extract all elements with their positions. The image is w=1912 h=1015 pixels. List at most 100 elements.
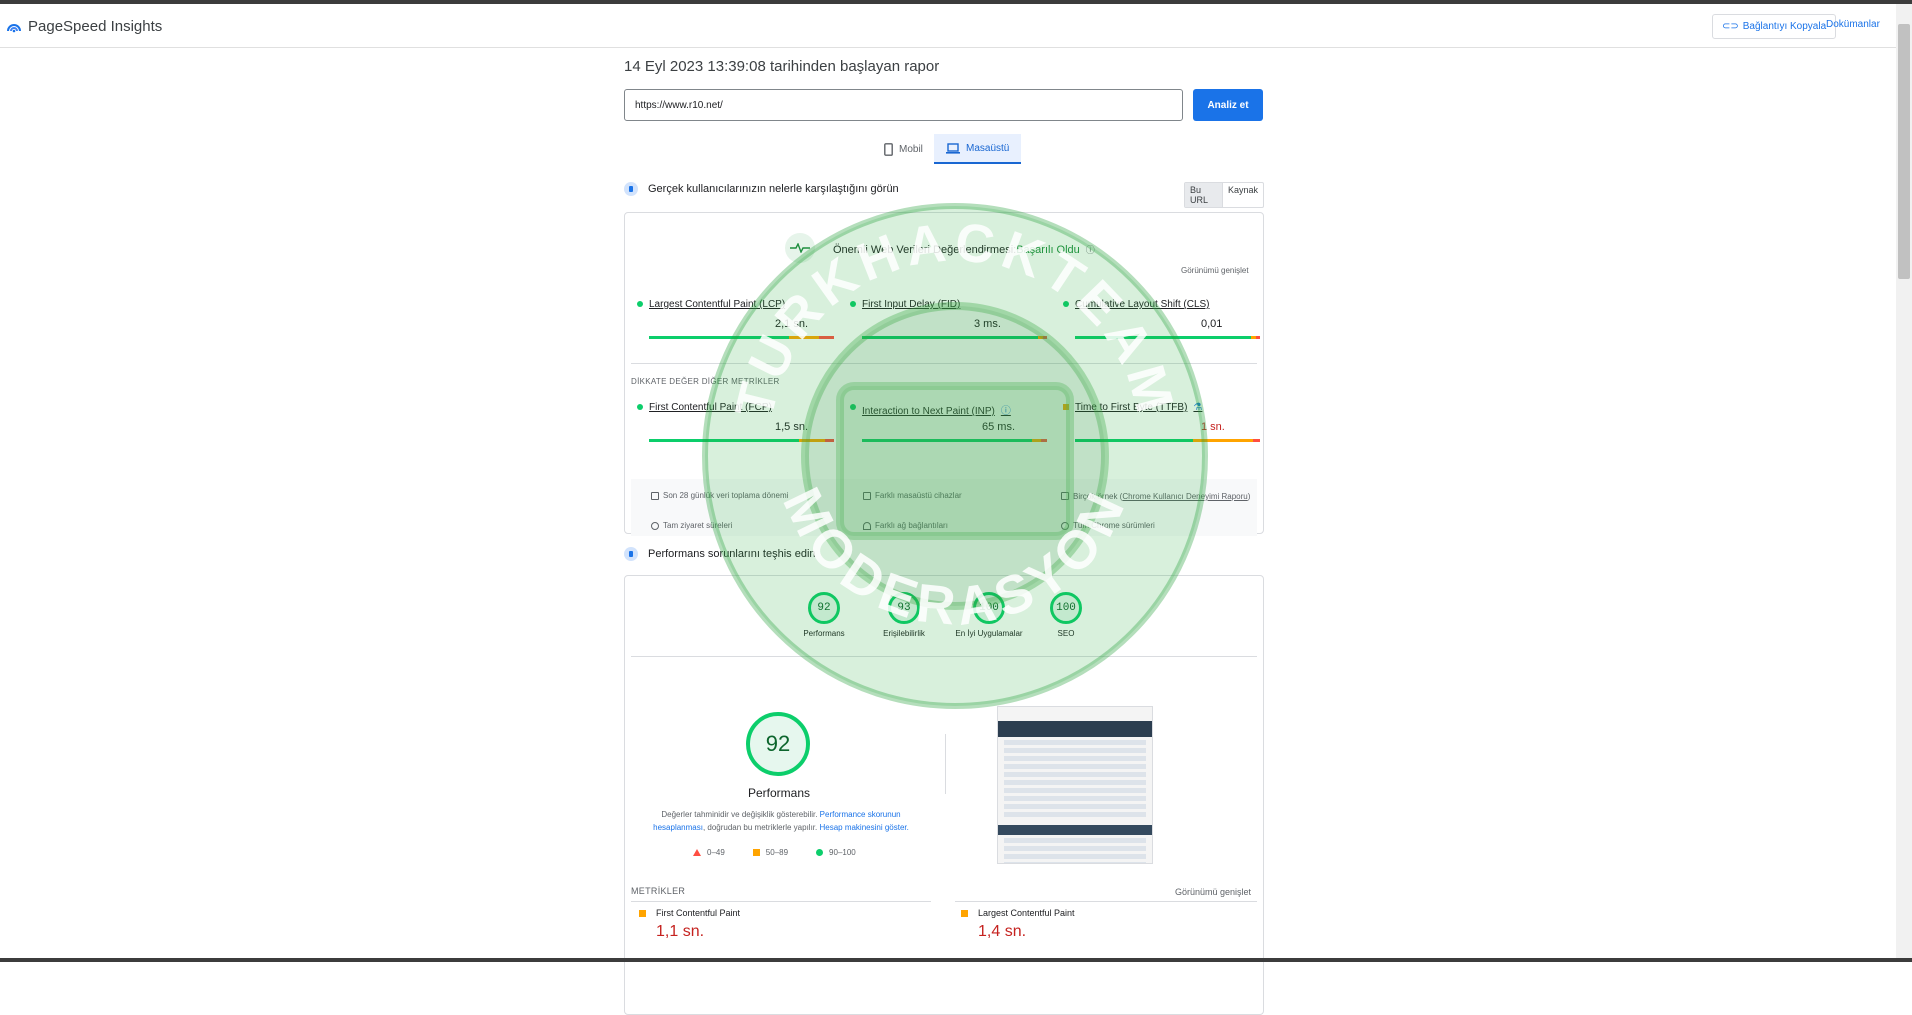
metric-ttfb-label: Time to First Byte (TTFB) <box>1075 402 1188 413</box>
legend-fail-label: 0–49 <box>707 848 725 857</box>
score-note-prefix: Değerler tahminidir ve değişiklik göster… <box>661 810 820 819</box>
metric-fid-value: 3 ms. <box>974 318 1001 330</box>
section-divider <box>631 363 1257 364</box>
experimental-icon[interactable]: ⓘ <box>1001 406 1011 417</box>
users-icon <box>624 182 638 196</box>
metric-fid-label: First Input Delay (FID) <box>862 299 961 310</box>
page-screenshot <box>997 706 1153 864</box>
cwv-label: Önemli Web Verileri Değerlendirmesi: <box>833 243 1017 256</box>
legend-average: 50–89 <box>752 848 789 857</box>
pass-circle-icon <box>816 849 824 856</box>
metric-fcp-value: 1,5 sn. <box>775 421 809 433</box>
score-legend: 0–49 50–89 90–100 <box>693 848 856 857</box>
pass-dot <box>637 404 643 410</box>
lab-data-card: 92 Performans 93 Erişilebilirlik 100 En … <box>624 575 1264 1015</box>
copy-link-button[interactable]: ⊂⊃ Bağlantıyı Kopyala <box>1712 14 1837 39</box>
lab-data-heading: Performans sorunlarını teşhis edin <box>624 547 816 561</box>
info-visits: Tam ziyaret süreleri <box>651 521 732 530</box>
info-period: Son 28 günlük veri toplama dönemi <box>651 491 788 500</box>
legend-pass: 90–100 <box>816 848 856 857</box>
legend-fail: 0–49 <box>693 848 725 857</box>
score-accessibility[interactable]: 93 Erişilebilirlik <box>869 592 939 638</box>
score-seo-value: 100 <box>1050 592 1082 624</box>
performance-gauge: 92 <box>746 712 810 776</box>
pass-dot <box>850 404 856 410</box>
metrics-heading: METRİKLER <box>631 886 686 896</box>
average-square-icon <box>961 909 968 917</box>
users-group-icon <box>1061 492 1069 500</box>
tab-mobile[interactable]: Mobil <box>872 134 935 164</box>
wifi-icon <box>863 522 871 530</box>
score-performance-label: Performans <box>803 629 845 638</box>
url-origin-toggle: Bu URL Kaynak <box>1184 182 1264 208</box>
score-best-practices[interactable]: 100 En İyi Uygulamalar <box>949 592 1029 638</box>
fail-triangle-icon <box>693 849 701 856</box>
metric-lcp-value: 2,1 sn. <box>775 318 809 330</box>
info-network-text: Farklı ağ bağlantıları <box>875 521 948 530</box>
metric-fcp-name[interactable]: First Contentful Paint (FCP) <box>637 402 832 413</box>
metric-inp-value: 65 ms. <box>982 421 1016 433</box>
info-samples-prefix: Birçok örnek ( <box>1073 492 1123 501</box>
score-accessibility-label: Erişilebilirlik <box>883 629 925 638</box>
score-note: Değerler tahminidir ve değişiklik göster… <box>643 808 919 834</box>
metric-inp: Interaction to Next Paint (INP) ⓘ 65 ms. <box>850 402 1047 442</box>
url-input[interactable] <box>624 89 1183 121</box>
score-best-practices-value: 100 <box>973 592 1005 624</box>
other-metrics-heading: DİKKATE DEĞER DİĞER METRİKLER <box>631 377 780 386</box>
tab-desktop[interactable]: Masaüstü <box>934 134 1022 164</box>
copy-link-label: Bağlantıyı Kopyala <box>1742 21 1827 32</box>
metric-lcp-label: Largest Contentful Paint (LCP) <box>649 299 786 310</box>
window-bottom-border <box>0 958 1912 962</box>
calculator-link[interactable]: Hesap makinesini göster. <box>819 823 908 832</box>
vertical-separator <box>945 734 946 794</box>
toggle-origin[interactable]: Kaynak <box>1223 183 1263 207</box>
lab-metric-lcp-name: Largest Contentful Paint <box>978 908 1075 918</box>
tab-mobile-label: Mobil <box>899 143 923 155</box>
phone-icon <box>884 142 893 156</box>
metrics-expand-link[interactable]: Görünümü genişlet <box>1175 887 1251 897</box>
crux-report-link[interactable]: Chrome Kullanıcı Deneyimi Raporu <box>1122 492 1247 501</box>
score-performance[interactable]: 92 Performans <box>789 592 859 638</box>
average-square <box>1063 404 1069 410</box>
scrollbar-thumb[interactable] <box>1898 24 1910 279</box>
docs-link[interactable]: Dokümanlar <box>1826 19 1880 30</box>
legend-average-label: 50–89 <box>765 848 789 857</box>
metric-cls-name[interactable]: Cumulative Layout Shift (CLS) <box>1063 299 1258 310</box>
score-seo[interactable]: 100 SEO <box>1031 592 1101 638</box>
metric-ttfb-distribution <box>1075 439 1260 442</box>
laptop-icon <box>946 142 960 154</box>
expand-view-link[interactable]: Görünümü genişlet <box>1181 266 1249 275</box>
pagespeed-icon <box>7 23 21 32</box>
metric-fcp-distribution <box>649 439 834 442</box>
metric-inp-name[interactable]: Interaction to Next Paint (INP) ⓘ <box>850 402 1045 417</box>
metric-fcp-label: First Contentful Paint (FCP) <box>649 402 772 413</box>
legend-pass-label: 90–100 <box>829 848 856 857</box>
timer-icon <box>651 522 659 530</box>
analyze-button[interactable]: Analiz et <box>1193 89 1263 121</box>
metric-lcp-distribution <box>649 336 834 339</box>
metrics-divider-left <box>631 901 931 902</box>
flask-icon[interactable]: ⚗ <box>1193 402 1202 413</box>
info-samples-suffix: ) <box>1247 492 1251 501</box>
toggle-this-url[interactable]: Bu URL <box>1185 183 1223 207</box>
data-info-panel: Son 28 günlük veri toplama dönemi Farklı… <box>631 479 1257 536</box>
score-performance-value: 92 <box>808 592 840 624</box>
pass-dot <box>637 301 643 307</box>
info-visits-text: Tam ziyaret süreleri <box>663 521 733 530</box>
metrics-divider-right <box>955 901 1257 902</box>
cwv-status: Başarılı Oldu <box>1016 243 1080 256</box>
app-name: PageSpeed Insights <box>28 18 163 35</box>
average-square-icon <box>639 909 646 917</box>
metric-ttfb-value: 1 sn. <box>1201 421 1225 433</box>
link-icon: ⊂⊃ <box>1722 21 1739 32</box>
report-title: 14 Eyl 2023 13:39:08 tarihinden başlayan… <box>624 58 940 75</box>
top-header: PageSpeed Insights ⊂⊃ Bağlantıyı Kopyala… <box>0 4 1896 48</box>
app-logo[interactable]: PageSpeed Insights <box>6 18 162 35</box>
info-period-text: Son 28 günlük veri toplama dönemi <box>663 491 789 500</box>
metric-ttfb-name[interactable]: Time to First Byte (TTFB) ⚗ <box>1063 402 1258 413</box>
info-devices: Farklı masaüstü cihazlar <box>863 491 962 500</box>
calendar-icon <box>651 492 659 500</box>
metric-fid-name[interactable]: First Input Delay (FID) <box>850 299 1045 310</box>
help-icon[interactable]: ⓘ <box>1086 243 1095 256</box>
metric-lcp-name[interactable]: Largest Contentful Paint (LCP) <box>637 299 832 310</box>
